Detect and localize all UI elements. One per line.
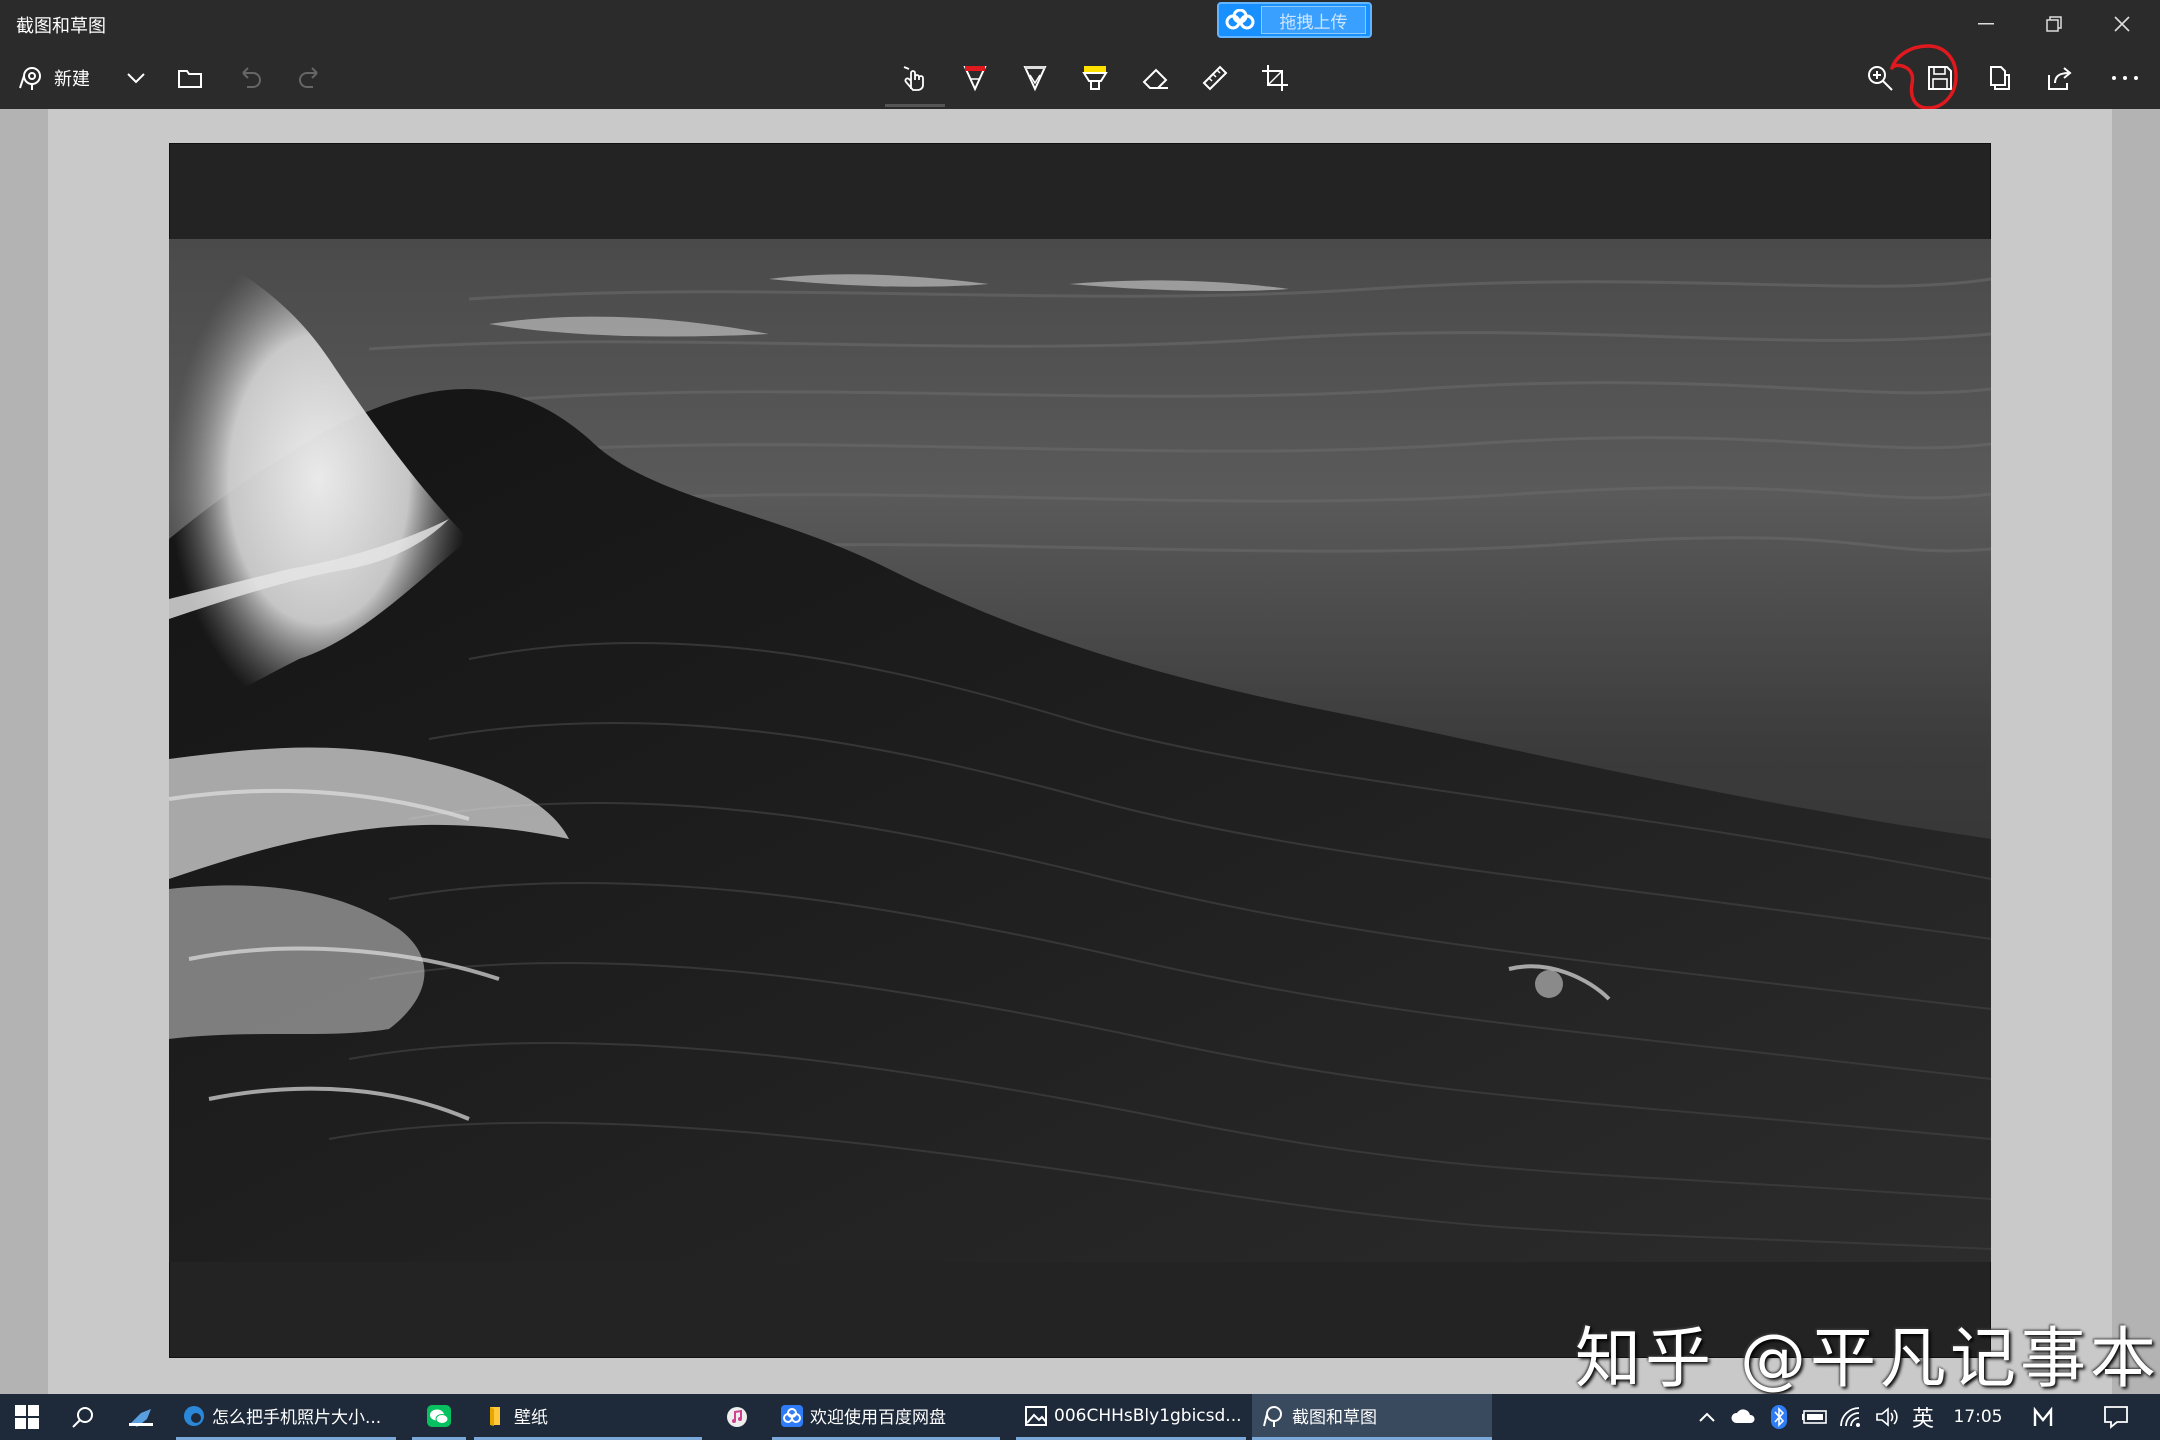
taskbar-item-label: 怎么把手机照片大小... [212,1408,382,1428]
network-tray-icon[interactable] [1834,1394,1868,1440]
search-icon [72,1407,93,1428]
battery-icon [1802,1410,1827,1424]
folder-icon [490,1406,500,1426]
window-title: 截图和草图 [16,16,106,37]
image-icon [1025,1405,1047,1426]
copy-icon [1990,66,2010,90]
taskbar-item-label: 欢迎使用百度网盘 [810,1408,946,1428]
show-hidden-icons-button[interactable] [1690,1394,1724,1440]
undo-button[interactable] [228,47,272,109]
selected-tool-indicator [885,104,945,107]
undo-icon [242,67,261,88]
wave-image [169,239,1991,1262]
share-icon [2048,67,2072,90]
bluetooth-icon [1771,1405,1787,1429]
wifi-icon [1840,1407,1860,1427]
notification-icon [2104,1406,2128,1429]
taskbar-item-label: 截图和草图 [1292,1408,1377,1428]
restore-button[interactable] [2020,0,2088,47]
people-pin-icon [129,1409,153,1427]
task-view-button[interactable] [116,1394,166,1440]
share-button[interactable] [2035,47,2085,109]
ruler-icon [1202,65,1228,91]
taskbar-item-photos[interactable]: 006CHHsBly1gbicsd... [1016,1394,1246,1440]
bluetooth-tray-icon[interactable] [1762,1394,1796,1440]
baidu-cloud-icon [1219,4,1261,36]
action-center-button[interactable] [2090,1394,2142,1440]
volume-icon [1876,1407,1898,1427]
taskbar-item-snip-sketch[interactable]: 截图和草图 [1252,1394,1492,1440]
close-icon [2114,15,2130,32]
crop-icon [1262,65,1288,91]
close-button[interactable] [2088,0,2156,47]
taskbar-item-itunes[interactable] [712,1394,762,1440]
ballpoint-pen-button[interactable] [950,47,1000,109]
ink-workspace-icon [2033,1406,2053,1426]
touch-writing-icon [903,66,924,91]
baidu-cloud-icon [781,1404,803,1427]
volume-tray-icon[interactable] [1870,1394,1904,1440]
taskbar-item-label: 壁纸 [514,1408,548,1428]
new-dropdown-button[interactable] [118,47,154,109]
ruler-button[interactable] [1190,47,1240,109]
start-button[interactable] [0,1394,54,1440]
onedrive-tray-icon[interactable] [1726,1394,1760,1440]
open-file-button[interactable] [168,47,212,109]
taskbar-item-label: 006CHHsBly1gbicsd... [1054,1405,1242,1426]
zhihu-watermark: 知乎 @平凡记事本 [1575,1320,2160,1397]
canvas-margin-left [0,109,48,1394]
music-icon [727,1407,747,1427]
windows-icon [15,1405,39,1429]
highlighter-button[interactable] [1070,47,1120,109]
new-button[interactable]: 新建 [18,47,118,109]
pen-workspace-button[interactable] [2024,1394,2064,1440]
restore-icon [2046,15,2062,32]
taskbar-item-browser[interactable]: 怎么把手机照片大小... [176,1394,396,1440]
clock[interactable]: 17:05 [1942,1394,2014,1440]
copy-button[interactable] [1975,47,2025,109]
taskbar-item-wechat[interactable] [412,1394,466,1440]
snip-sketch-window: 截图和草图 拖拽上传 新建 知乎 @平凡记事本 [0,0,2160,1397]
battery-tray-icon[interactable] [1798,1394,1832,1440]
wechat-icon [427,1404,451,1427]
pencil-button[interactable] [1010,47,1060,109]
red-ink-annotation [1890,44,1958,110]
ime-indicator[interactable]: 英 [1906,1394,1940,1440]
pencil-icon [1023,66,1047,92]
eraser-icon [1142,68,1168,89]
edge-icon [184,1405,204,1426]
search-button[interactable] [58,1394,108,1440]
new-snip-icon [18,64,46,92]
more-button[interactable] [2095,47,2155,109]
canvas-margin-right [2112,109,2160,1394]
drag-upload-widget[interactable]: 拖拽上传 [1217,2,1372,38]
more-icon [2112,76,2138,80]
ocean-wave-photo[interactable] [169,239,1991,1262]
highlighter-icon [1082,66,1108,90]
taskbar: 怎么把手机照片大小... 壁纸 欢迎使用百度网盘 006CHHsBly1gbic… [0,1394,2160,1440]
chevron-down-icon [127,73,145,84]
folder-icon [178,70,202,88]
crop-button[interactable] [1250,47,1300,109]
title-bar: 截图和草图 拖拽上传 [0,0,2160,47]
touch-writing-button[interactable] [890,47,940,109]
redo-button[interactable] [288,47,332,109]
snip-sketch-icon [1263,1405,1282,1427]
cloud-icon [1731,1409,1755,1423]
minimize-icon [1978,22,1994,24]
new-label: 新建 [54,69,90,90]
eraser-button[interactable] [1130,47,1180,109]
toolbar: 新建 [0,47,2160,109]
ballpoint-pen-icon [963,66,987,92]
chevron-up-icon [1699,1412,1715,1422]
taskbar-item-baidu-netdisk[interactable]: 欢迎使用百度网盘 [772,1394,1000,1440]
redo-icon [299,67,318,88]
taskbar-item-explorer[interactable]: 壁纸 [474,1394,702,1440]
drag-upload-label: 拖拽上传 [1261,6,1366,34]
